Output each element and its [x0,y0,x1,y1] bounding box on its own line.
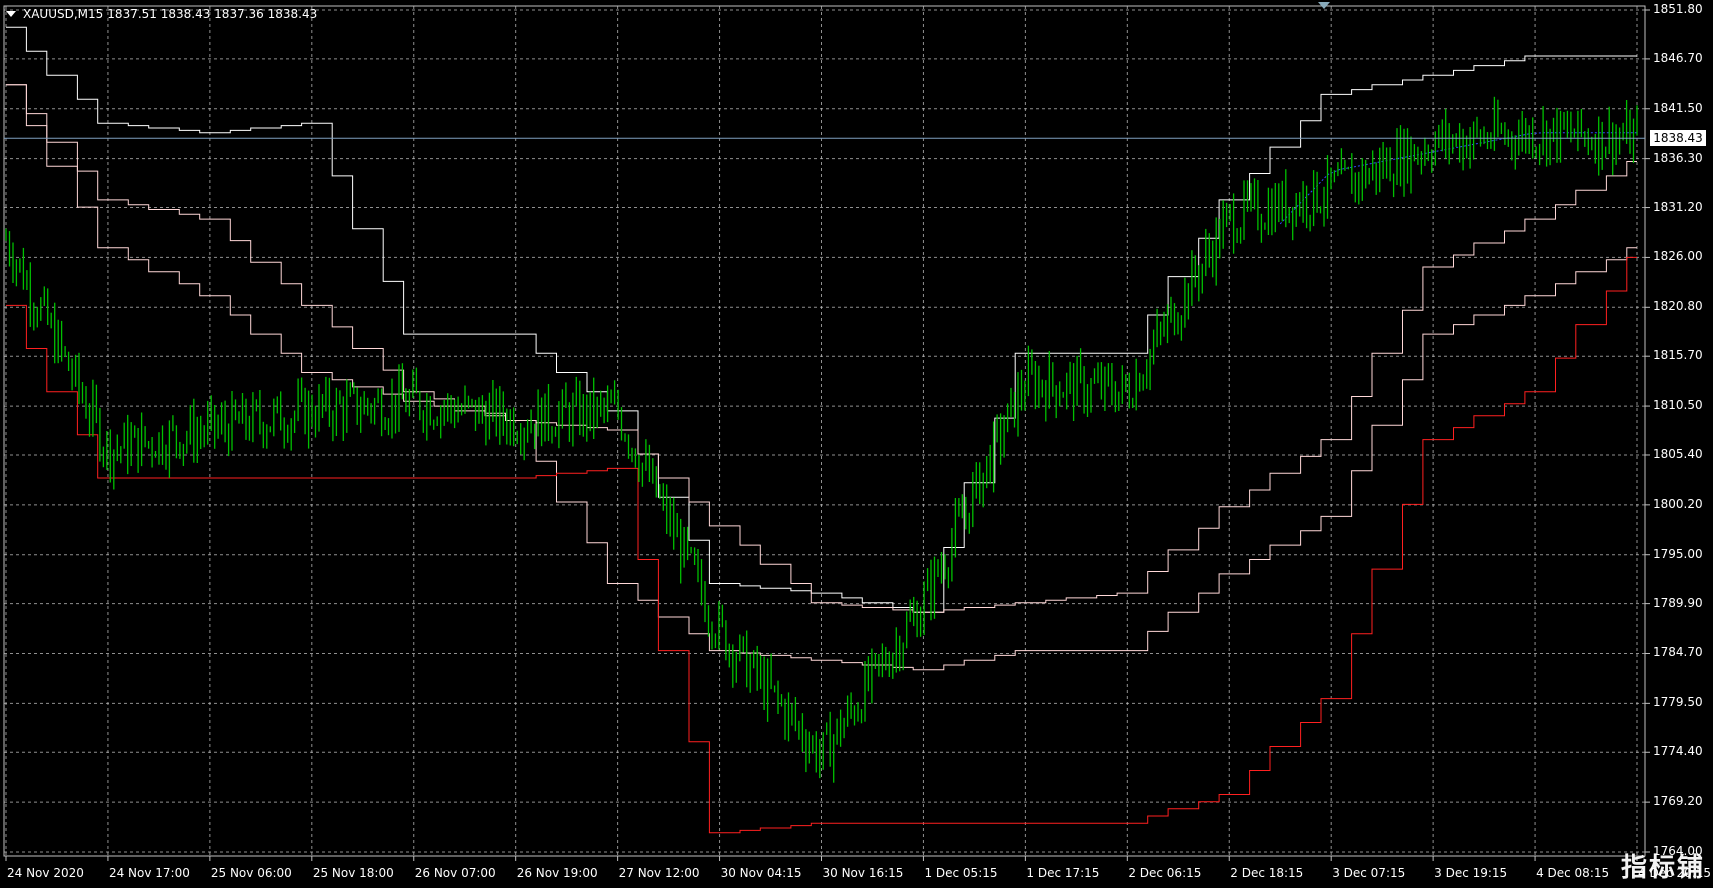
time-axis-label: 25 Nov 06:00 [210,866,292,880]
price-axis-label: 1789.90 [1653,595,1703,610]
price-axis-label: 1779.50 [1653,695,1703,710]
price-axis-label: 1784.70 [1653,645,1703,660]
chart-window[interactable]: XAUUSD,M15 1837.51 1838.43 1837.36 1838.… [0,0,1713,888]
time-axis-label: 1 Dec 17:15 [1026,866,1100,880]
price-axis-label: 1805.40 [1653,446,1703,461]
time-axis-label: 26 Nov 19:00 [516,866,598,880]
current-price-label: 1838.43 [1650,130,1706,147]
symbol-header: XAUUSD,M15 1837.51 1838.43 1837.36 1838.… [6,6,317,22]
price-axis-label: 1831.20 [1653,199,1703,214]
time-axis-label: 24 Nov 2020 [7,866,84,880]
price-axis-label: 1810.50 [1653,398,1703,413]
price-axis-label: 1826.00 [1653,249,1703,264]
time-axis-label: 3 Dec 19:15 [1434,866,1508,880]
price-axis-label: 1851.80 [1653,2,1703,16]
time-axis-label: 2 Dec 06:15 [1128,866,1202,880]
price-axis-label: 1774.40 [1653,744,1703,759]
chart-shift-marker[interactable] [1318,2,1330,9]
dropdown-triangle-icon[interactable] [6,11,16,17]
time-axis-label: 24 Nov 17:00 [108,866,190,880]
price-chart[interactable] [0,0,1713,888]
price-axis-label: 1800.20 [1653,496,1703,511]
price-axis-label: 1846.70 [1653,50,1703,65]
time-axis-label: 30 Nov 04:15 [720,866,802,880]
price-axis-label: 1820.80 [1653,299,1703,314]
time-axis-label: 3 Dec 07:15 [1332,866,1406,880]
time-axis-label: 4 Dec 08:15 [1536,866,1610,880]
price-axis-label: 1769.20 [1653,794,1703,809]
price-axis-label: 1836.30 [1653,150,1703,165]
symbol-name: XAUUSD,M15 [23,7,104,21]
time-axis-label: 27 Nov 12:00 [618,866,700,880]
price-axis-label: 1815.70 [1653,348,1703,363]
time-axis-label: 1 Dec 05:15 [924,866,998,880]
ohlc-values: 1837.51 1838.43 1837.36 1838.43 [107,7,318,21]
dotted-band-line [1279,132,1637,225]
plot-border [3,5,1646,857]
watermark-logo: 指标铺 [1620,853,1705,883]
time-axis-label: 30 Nov 16:15 [822,866,904,880]
time-axis-label: 2 Dec 18:15 [1230,866,1304,880]
price-axis-label: 1795.00 [1653,546,1703,561]
time-axis-label: 25 Nov 18:00 [312,866,394,880]
price-axis-label: 1841.50 [1653,100,1703,115]
time-axis-label: 26 Nov 07:00 [414,866,496,880]
